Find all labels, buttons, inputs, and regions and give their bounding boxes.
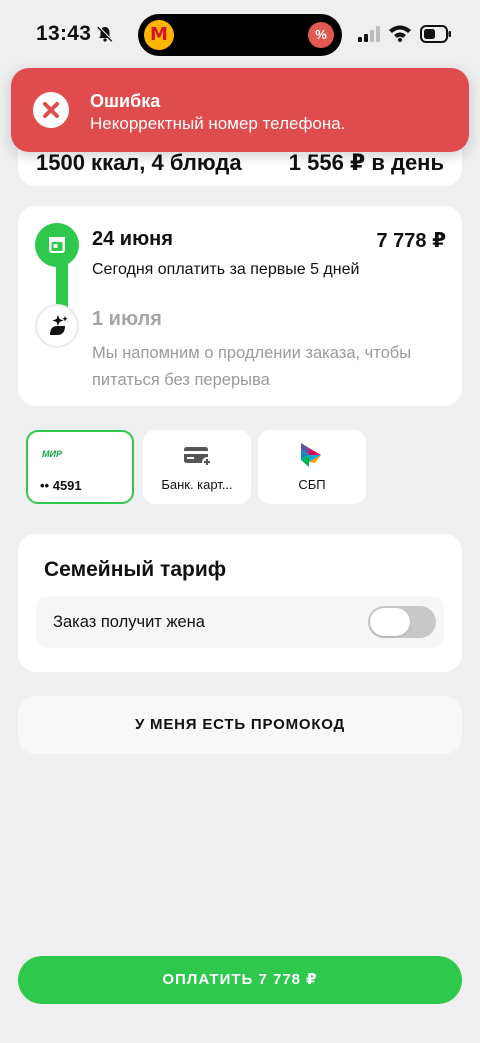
payment-schedule-card: 24 июня 7 778 ₽ Сегодня оплатить за перв… — [18, 206, 462, 406]
close-icon — [33, 92, 69, 128]
bell-slash-icon — [96, 25, 114, 48]
next-payment-description: Мы напомним о продлении заказа, чтобы пи… — [92, 344, 412, 389]
sparkle-icon — [35, 304, 79, 348]
family-tariff-title: Семейный тариф — [44, 558, 227, 581]
payment-method-sbp[interactable]: СБП — [258, 430, 366, 504]
mir-logo: МИР — [42, 449, 62, 459]
card-add-icon — [184, 445, 212, 472]
family-recipient-row: Заказ получит жена — [36, 596, 444, 648]
status-time: 13:43 — [36, 22, 92, 45]
sbp-logo-icon — [301, 443, 323, 472]
payment-method-bank-card[interactable]: Банк. карт... — [143, 430, 251, 504]
battery-icon — [420, 25, 452, 48]
error-toast[interactable]: Ошибка Некорректный номер телефона. — [11, 68, 469, 152]
pay-button[interactable]: ОПЛАТИТЬ 7 778 ₽ — [18, 956, 462, 1004]
wifi-icon — [388, 24, 412, 47]
error-message: Некорректный номер телефона. — [90, 114, 346, 133]
bank-card-label: Банк. карт... — [161, 477, 233, 492]
error-title: Ошибка — [90, 91, 161, 111]
toggle-knob — [370, 608, 410, 636]
family-tariff-card: Семейный тариф Заказ получит жена — [18, 534, 462, 672]
status-bar: 13:43 М % — [0, 0, 480, 70]
summary-kcal: 1500 ккал, 4 блюда — [36, 150, 242, 175]
first-payment-date: 24 июня — [92, 228, 173, 250]
summary-price: 1 556 ₽ в день — [288, 150, 444, 175]
family-recipient-label: Заказ получит жена — [53, 613, 205, 631]
first-payment-price: 7 778 ₽ — [376, 230, 446, 252]
signal-icon — [358, 26, 382, 47]
app-logo-icon: М — [144, 20, 174, 50]
next-payment-date: 1 июля — [92, 308, 162, 330]
family-recipient-toggle[interactable] — [368, 606, 436, 638]
dynamic-island: М % — [138, 14, 342, 56]
sbp-label: СБП — [298, 477, 326, 492]
payment-method-mir[interactable]: МИР •• 4591 — [26, 430, 134, 504]
discount-badge-icon: % — [308, 22, 334, 48]
mir-card-number: •• 4591 — [40, 478, 82, 493]
promo-code-button[interactable]: У МЕНЯ ЕСТЬ ПРОМОКОД — [18, 696, 462, 754]
first-payment-description: Сегодня оплатить за первые 5 дней — [92, 261, 360, 278]
calendar-icon — [35, 223, 79, 267]
